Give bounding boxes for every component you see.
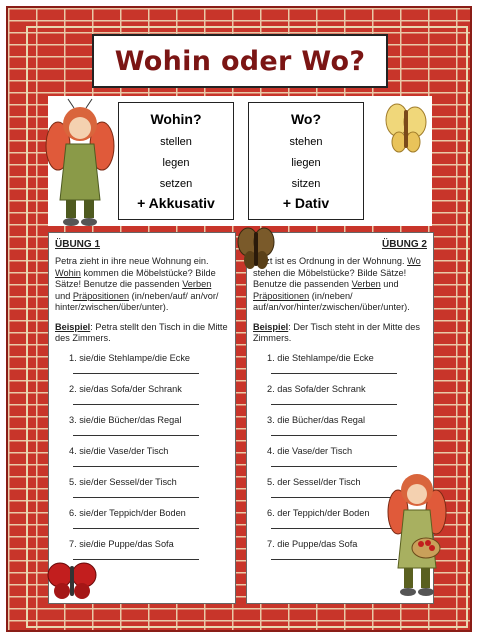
- intro-text: Jetzt ist es Ordnung in der Wohnung.: [253, 256, 408, 266]
- exercise-2-heading: ÜBUNG 2: [381, 239, 427, 250]
- answer-line[interactable]: [73, 496, 199, 498]
- wo-verb: sitzen: [291, 178, 321, 190]
- exercise-2-example: Beispiel: Der Tisch steht in der Mitte d…: [253, 322, 427, 345]
- item-prompt: 5. sie/der Sessel/der Tisch: [69, 476, 177, 487]
- intro-keyword: Wo: [407, 256, 421, 266]
- wohin-verb: legen: [162, 157, 190, 169]
- item-prompt: 1. sie/die Stehlampe/die Ecke: [69, 352, 191, 363]
- wo-box: Wo? stehen liegen sitzen + Dativ: [248, 102, 364, 220]
- answer-line[interactable]: [73, 434, 199, 436]
- answer-line[interactable]: [271, 558, 397, 560]
- item-prompt: 4. sie/die Vase/der Tisch: [69, 445, 169, 456]
- wo-case: + Dativ: [282, 195, 330, 211]
- list-item: 3. sie/die Bücher/das Regal: [55, 415, 229, 446]
- item-prompt: 3. die Bücher/das Regal: [267, 414, 366, 425]
- answer-line[interactable]: [73, 465, 199, 467]
- exercise-1-column: ÜBUNG 1 Petra zieht in ihre neue Wohnung…: [48, 232, 236, 604]
- list-item: 1. sie/die Stehlampe/die Ecke: [55, 353, 229, 384]
- answer-line[interactable]: [271, 372, 397, 374]
- intro-verben: Verben: [182, 279, 212, 289]
- answer-line[interactable]: [271, 496, 397, 498]
- butterfly-icon: [385, 103, 427, 153]
- intro-verben: Verben: [351, 279, 381, 289]
- list-item: 5. sie/der Sessel/der Tisch: [55, 477, 229, 508]
- page-title: Wohin oder Wo?: [114, 45, 366, 77]
- answer-line[interactable]: [271, 527, 397, 529]
- answer-line[interactable]: [73, 372, 199, 374]
- item-prompt: 7. sie/die Puppe/das Sofa: [69, 538, 174, 549]
- item-prompt: 5. der Sessel/der Tisch: [267, 476, 361, 487]
- answer-line[interactable]: [271, 465, 397, 467]
- exercise-1-intro: Petra zieht in ihre neue Wohnung ein. Wo…: [55, 256, 229, 314]
- intro-text: und: [55, 290, 73, 301]
- item-prompt: 1. die Stehlampe/die Ecke: [267, 352, 374, 363]
- butterfly-icon: [237, 227, 275, 269]
- item-prompt: 6. sie/der Teppich/der Boden: [69, 507, 186, 518]
- list-item: 6. sie/der Teppich/der Boden: [55, 508, 229, 539]
- item-prompt: 7. die Puppe/das Sofa: [267, 538, 358, 549]
- intro-text: und: [380, 279, 399, 289]
- answer-line[interactable]: [73, 403, 199, 405]
- item-prompt: 3. sie/die Bücher/das Regal: [69, 414, 182, 425]
- intro-keyword: Wohin: [55, 267, 81, 278]
- list-item: 2. das Sofa/der Schrank: [253, 384, 427, 415]
- exercise-2-intro: Jetzt ist es Ordnung in der Wohnung. Wo …: [253, 256, 427, 314]
- answer-line[interactable]: [73, 527, 199, 529]
- list-item: 1. die Stehlampe/die Ecke: [253, 353, 427, 384]
- item-prompt: 4. die Vase/der Tisch: [267, 445, 353, 456]
- item-prompt: 2. das Sofa/der Schrank: [267, 383, 366, 394]
- wo-verb: liegen: [291, 157, 321, 169]
- wohin-verb: setzen: [159, 178, 193, 190]
- wo-heading: Wo?: [290, 111, 322, 127]
- example-label: Beispiel: [55, 321, 91, 332]
- title-box: Wohin oder Wo?: [92, 34, 388, 88]
- butterfly-girl-basket-icon: [387, 474, 447, 596]
- item-prompt: 2. sie/das Sofa/der Schrank: [69, 383, 182, 394]
- wohin-box: Wohin? stellen legen setzen + Akkusativ: [118, 102, 234, 220]
- butterfly-girl-icon: [45, 98, 115, 226]
- exercise-1-example: Beispiel: Petra stellt den Tisch in die …: [55, 322, 229, 345]
- wohin-verb: stellen: [160, 136, 192, 148]
- wo-verb: stehen: [289, 136, 323, 148]
- intro-text: Petra zieht in ihre neue Wohnung ein.: [55, 256, 209, 266]
- list-item: 4. sie/die Vase/der Tisch: [55, 446, 229, 477]
- wohin-case: + Akkusativ: [137, 195, 215, 211]
- list-item: 2. sie/das Sofa/der Schrank: [55, 384, 229, 415]
- exercise-1-items: 1. sie/die Stehlampe/die Ecke 2. sie/das…: [55, 353, 229, 570]
- item-prompt: 6. der Teppich/der Boden: [267, 507, 370, 518]
- exercise-1-heading: ÜBUNG 1: [55, 239, 101, 250]
- intro-praepositionen: Präpositionen: [253, 290, 310, 301]
- butterfly-icon: [47, 562, 97, 599]
- wohin-heading: Wohin?: [150, 111, 202, 127]
- example-label: Beispiel: [253, 321, 289, 332]
- answer-line[interactable]: [271, 434, 397, 436]
- answer-line[interactable]: [271, 403, 397, 405]
- intro-praepositionen: Präpositionen: [72, 290, 130, 301]
- list-item: 3. die Bücher/das Regal: [253, 415, 427, 446]
